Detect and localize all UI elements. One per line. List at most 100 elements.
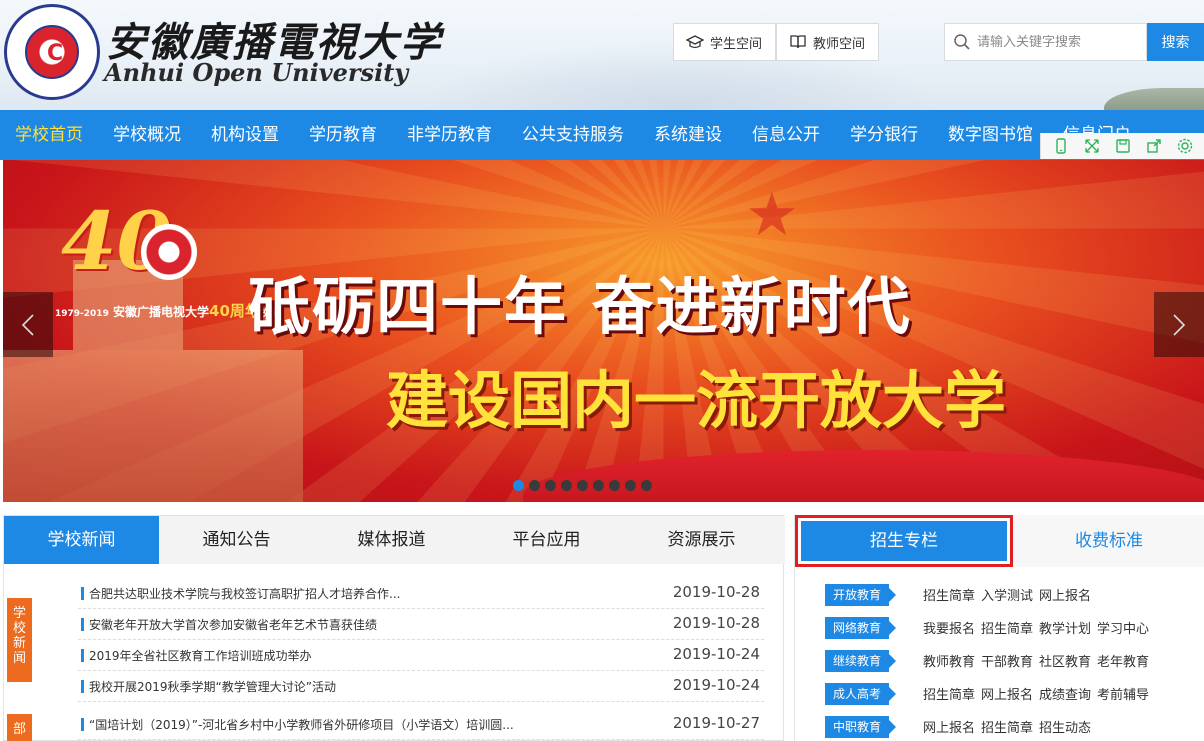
news-row[interactable]: “国培计划（2019）”-河北省乡村中小学教师省外研修项目（小学语文）培训圆..… bbox=[78, 709, 764, 740]
tab-news-0[interactable]: 学校新闻 bbox=[4, 516, 159, 564]
news-tabs: 学校新闻 通知公告 媒体报道 平台应用 资源展示 bbox=[4, 516, 785, 564]
banner-dot-3[interactable] bbox=[561, 480, 572, 491]
banner-dot-1[interactable] bbox=[529, 480, 540, 491]
news-date: 2019-10-28 bbox=[672, 583, 760, 601]
enrollment-link[interactable]: 社区教育 bbox=[1039, 651, 1091, 670]
mobile-tool-button[interactable] bbox=[1050, 135, 1072, 157]
enrollment-link[interactable]: 我要报名 bbox=[923, 618, 975, 637]
banner-prev-button[interactable] bbox=[3, 292, 53, 357]
nav-item-8[interactable]: 学分银行 bbox=[835, 110, 933, 160]
enrollment-tabs: 招生专栏 收费标准 bbox=[795, 515, 1204, 567]
news-title-link[interactable]: 安徽老年开放大学首次参加安徽省老年艺术节喜获佳绩 bbox=[89, 616, 377, 633]
side-label-school-news: 学校新闻 bbox=[7, 598, 32, 682]
site-header: C 安徽廣播電視大学 Anhui Open University 学生空间 教师… bbox=[0, 0, 1204, 110]
enrollment-category-tag[interactable]: 成人高考 bbox=[825, 682, 896, 705]
expand-tool-button[interactable] bbox=[1081, 135, 1103, 157]
enrollment-category-tag[interactable]: 开放教育 bbox=[825, 583, 896, 606]
enrollment-link[interactable]: 招生简章 bbox=[981, 717, 1033, 736]
news-row[interactable]: 我校开展2019秋季学期“教学管理大讨论”活动 2019-10-24 bbox=[78, 671, 764, 702]
banner-slogan-secondary: 建设国内一流开放大学 bbox=[386, 364, 1007, 437]
side-label-text-2: 部 bbox=[12, 722, 26, 737]
tab-news-1[interactable]: 通知公告 bbox=[159, 516, 314, 564]
tab-news-2[interactable]: 媒体报道 bbox=[314, 516, 469, 564]
chevron-left-icon bbox=[21, 313, 34, 336]
settings-tool-button[interactable] bbox=[1174, 135, 1196, 157]
chevron-right-icon bbox=[1173, 313, 1186, 336]
enrollment-link[interactable]: 入学测试 bbox=[981, 585, 1033, 604]
student-space-button[interactable]: 学生空间 bbox=[673, 23, 776, 61]
nav-item-4[interactable]: 非学历教育 bbox=[392, 110, 507, 160]
news-date: 2019-10-27 bbox=[672, 714, 760, 732]
enrollment-link[interactable]: 教师教育 bbox=[923, 651, 975, 670]
enrollment-link[interactable]: 老年教育 bbox=[1097, 651, 1149, 670]
nav-item-2[interactable]: 机构设置 bbox=[196, 110, 294, 160]
news-row[interactable]: 2019年全省社区教育工作培训班成功举办 2019-10-24 bbox=[78, 640, 764, 671]
share-tool-button[interactable] bbox=[1143, 135, 1165, 157]
share-icon bbox=[1146, 139, 1161, 153]
search-icon bbox=[954, 34, 970, 50]
news-title-link[interactable]: “国培计划（2019）”-河北省乡村中小学教师省外研修项目（小学语文）培训圆..… bbox=[89, 716, 514, 733]
search-button[interactable]: 搜索 bbox=[1147, 23, 1204, 61]
floating-toolbar bbox=[1040, 133, 1204, 159]
enrollment-rows: 开放教育 招生简章 入学测试 网上报名 网络教育 我要报名 招生简章 教学计划 学习中心 继续教育… bbox=[825, 578, 1204, 741]
nav-item-3[interactable]: 学历教育 bbox=[294, 110, 392, 160]
banner-dot-2[interactable] bbox=[545, 480, 556, 491]
enrollment-category-tag[interactable]: 中职教育 bbox=[825, 715, 896, 738]
settings-icon bbox=[1177, 138, 1192, 154]
enrollment-link[interactable]: 招生动态 bbox=[1039, 717, 1091, 736]
tab-fee-standard[interactable]: 收费标准 bbox=[1013, 515, 1204, 567]
enrollment-category-tag[interactable]: 网络教育 bbox=[825, 616, 896, 639]
nav-item-7[interactable]: 信息公开 bbox=[737, 110, 835, 160]
enrollment-link[interactable]: 网上报名 bbox=[923, 717, 975, 736]
main-navigation: 学校首页 学校概况 机构设置 学历教育 非学历教育 公共支持服务 系统建设 信息公开 学分银行数… bbox=[0, 110, 1204, 160]
news-list: 合肥共达职业技术学院与我校签订高职扩招人才培养合作... 2019-10-28 安徽… bbox=[78, 578, 764, 740]
tab-news-4[interactable]: 资源展示 bbox=[624, 516, 779, 564]
banner-dot-8[interactable] bbox=[641, 480, 652, 491]
mobile-icon bbox=[1055, 138, 1066, 154]
header-mountain-decoration bbox=[1104, 88, 1204, 110]
news-panel: 学校新闻 通知公告 媒体报道 平台应用 资源展示 学校新闻 部 合肥共达职业技术学院与我… bbox=[3, 515, 785, 741]
enrollment-link[interactable]: 干部教育 bbox=[981, 651, 1033, 670]
banner-dot-6[interactable] bbox=[609, 480, 620, 491]
news-title-link[interactable]: 我校开展2019秋季学期“教学管理大讨论”活动 bbox=[89, 678, 336, 695]
tab-enrollment-label: 招生专栏 bbox=[801, 521, 1007, 561]
nav-item-6[interactable]: 系统建设 bbox=[639, 110, 737, 160]
banner-next-button[interactable] bbox=[1154, 292, 1204, 357]
enrollment-link[interactable]: 成绩查询 bbox=[1039, 684, 1091, 703]
news-row[interactable]: 合肥共达职业技术学院与我校签订高职扩招人才培养合作... 2019-10-28 bbox=[78, 578, 764, 609]
banner-dot-4[interactable] bbox=[577, 480, 588, 491]
enrollment-link[interactable]: 学习中心 bbox=[1097, 618, 1149, 637]
news-row-marker bbox=[81, 587, 84, 600]
news-row-marker bbox=[81, 680, 84, 693]
news-title-link[interactable]: 2019年全省社区教育工作培训班成功举办 bbox=[89, 647, 312, 664]
logo-english-name[interactable]: Anhui Open University bbox=[104, 58, 408, 87]
hero-banner[interactable]: ★ 40 1979-2019 安徽广播电视大学40周年校庆 砥砺四十年 奋进新时… bbox=[3, 160, 1204, 502]
enrollment-link[interactable]: 考前辅导 bbox=[1097, 684, 1149, 703]
banner-dot-7[interactable] bbox=[625, 480, 636, 491]
anniversary-caption-pre: 安徽广播电视大学 bbox=[113, 305, 210, 319]
nav-item-9[interactable]: 数字图书馆 bbox=[933, 110, 1048, 160]
search-box bbox=[944, 23, 1147, 61]
enrollment-link[interactable]: 招生简章 bbox=[981, 618, 1033, 637]
anniversary-years: 1979-2019 bbox=[55, 309, 109, 319]
teacher-space-button[interactable]: 教师空间 bbox=[776, 23, 879, 61]
news-title-link[interactable]: 合肥共达职业技术学院与我校签订高职扩招人才培养合作... bbox=[89, 585, 400, 602]
nav-item-5[interactable]: 公共支持服务 bbox=[507, 110, 639, 160]
tab-news-3[interactable]: 平台应用 bbox=[469, 516, 624, 564]
nav-item-1[interactable]: 学校概况 bbox=[98, 110, 196, 160]
university-seal-logo[interactable]: C bbox=[4, 4, 100, 100]
banner-dot-5[interactable] bbox=[593, 480, 604, 491]
search-input[interactable] bbox=[977, 34, 1137, 50]
enrollment-link[interactable]: 网上报名 bbox=[981, 684, 1033, 703]
save-tool-button[interactable] bbox=[1112, 135, 1134, 157]
enrollment-link[interactable]: 招生简章 bbox=[923, 684, 975, 703]
banner-dot-0[interactable] bbox=[513, 480, 524, 491]
enrollment-link[interactable]: 招生简章 bbox=[923, 585, 975, 604]
tab-enrollment-column[interactable]: 招生专栏 bbox=[795, 515, 1013, 567]
news-row[interactable]: 安徽老年开放大学首次参加安徽省老年艺术节喜获佳绩 2019-10-28 bbox=[78, 609, 764, 640]
nav-item-0[interactable]: 学校首页 bbox=[0, 110, 98, 160]
enrollment-row: 继续教育 教师教育 干部教育 社区教育 老年教育 bbox=[825, 644, 1204, 677]
enrollment-link[interactable]: 教学计划 bbox=[1039, 618, 1091, 637]
enrollment-link[interactable]: 网上报名 bbox=[1039, 585, 1091, 604]
enrollment-category-tag[interactable]: 继续教育 bbox=[825, 649, 896, 672]
